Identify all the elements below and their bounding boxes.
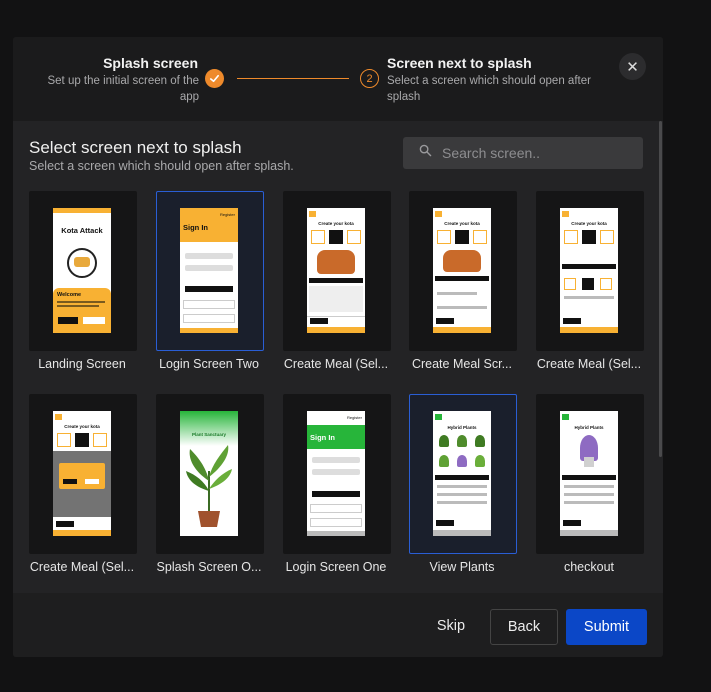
screen-card-login-one[interactable]: Register Sign In [283,394,391,554]
screen-card-login-two[interactable]: Register Sign In [156,191,264,351]
screen-thumbnail: Hybrid Plants [560,411,618,536]
screen-card-create-meal-3[interactable]: Create your kota [536,191,644,351]
thumb-title: Sign In [183,223,208,232]
screen-thumbnail: Register Sign In [180,208,238,333]
screen-label: Splash Screen O... [156,560,262,574]
thumb-title: Create your kota [64,424,100,429]
step1-description: Set up the initial screen of the app [47,75,199,103]
step1-title: Splash screen [103,55,198,71]
plant-icon [186,445,232,527]
close-button[interactable]: ✕ [619,53,646,80]
step2-title: Screen next to splash [387,55,532,71]
screen-thumbnail: Create your kota [433,208,491,333]
search-box[interactable] [403,137,643,169]
screen-label: checkout [563,560,615,574]
screen-thumbnail: Hybrid Plants [433,411,491,536]
thumb-title: Plant Sanctuary [191,432,226,437]
close-icon: ✕ [626,58,639,76]
screen-label: Login Screen Two [159,357,259,371]
screen-thumbnail: Register Sign In [307,411,365,536]
section-title: Select screen next to splash [29,138,242,157]
thumb-title: Create your kota [571,221,607,226]
thumb-title: Sign In [310,433,335,442]
screen-thumbnail: Create your kota [53,411,111,536]
search-icon [419,144,432,162]
screen-thumbnail: Kota Attack Welcome [53,208,111,333]
screen-thumbnail: Create your kota [560,208,618,333]
thumb-title: Hybrid Plants [574,425,604,430]
screen-label: Create Meal (Sel... [536,357,642,371]
dialog-footer: Skip Back Submit [13,593,663,657]
screen-card-create-meal-2[interactable]: Create your kota [409,191,517,351]
screen-card-checkout[interactable]: Hybrid Plants [536,394,644,554]
step2-number: 2 [360,69,379,88]
scrollbar[interactable] [659,121,662,457]
thumb-title: Hybrid Plants [447,425,477,430]
thumb-title: Create your kota [318,221,354,226]
screen-label: Create Meal Scr... [411,357,513,371]
back-button[interactable]: Back [490,609,558,645]
thumb-title: Kota Attack [61,226,103,235]
stepper: Splash screen Set up the initial screen … [13,37,663,121]
screen-picker: Select screen next to splash Select a sc… [13,121,663,593]
screen-label: View Plants [429,560,495,574]
select-screen-dialog: Splash screen Set up the initial screen … [13,37,663,657]
thumb-title: Create your kota [444,221,480,226]
step-connector [237,78,349,79]
section-description: Select a screen which should open after … [29,159,294,173]
screen-card-create-meal-4[interactable]: Create your kota [29,394,137,554]
screen-thumbnail: Create your kota [307,208,365,333]
thumb-heading: Register [347,415,362,420]
screen-card-splash-one[interactable]: Plant Sanctuary [156,394,264,554]
screen-label: Create Meal (Sel... [283,357,389,371]
step2-description: Select a screen which should open after … [387,75,591,103]
step1-check-icon [205,69,224,88]
screen-label: Login Screen One [285,560,387,574]
thumb-heading: Register [220,212,235,217]
skip-button[interactable]: Skip [427,609,475,643]
search-input[interactable] [442,145,632,161]
screen-label: Landing Screen [38,357,126,371]
screen-thumbnail: Plant Sanctuary [180,411,238,536]
screen-card-create-meal-1[interactable]: Create your kota [283,191,391,351]
screen-label: Create Meal (Sel... [29,560,135,574]
screen-card-landing[interactable]: Kota Attack Welcome [29,191,137,351]
screen-card-view-plants[interactable]: Hybrid Plants [409,394,517,554]
thumb-heading: Welcome [57,292,82,298]
submit-button[interactable]: Submit [566,609,647,645]
